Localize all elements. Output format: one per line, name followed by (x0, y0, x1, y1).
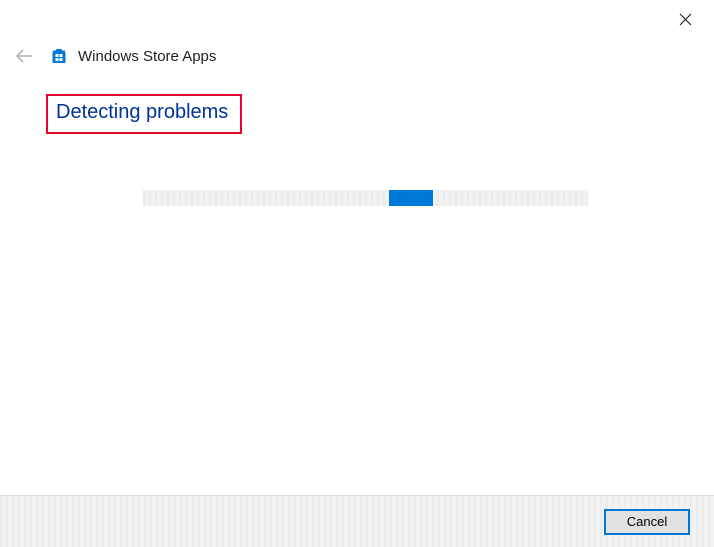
progress-chunk (389, 190, 433, 206)
window-title: Windows Store Apps (78, 48, 216, 65)
progress-bar (143, 190, 588, 206)
store-icon (50, 47, 68, 65)
progress-area (46, 190, 684, 206)
close-icon (679, 13, 692, 26)
back-button[interactable] (14, 46, 34, 66)
titlebar (0, 0, 714, 36)
cancel-button[interactable]: Cancel (604, 509, 690, 535)
header: Windows Store Apps (0, 36, 714, 76)
status-text: Detecting problems (56, 101, 228, 124)
status-highlight-box: Detecting problems (46, 94, 242, 134)
close-button[interactable] (662, 4, 708, 34)
back-arrow-icon (15, 49, 33, 63)
footer: Cancel (0, 495, 714, 547)
content-area: Detecting problems (0, 76, 714, 206)
